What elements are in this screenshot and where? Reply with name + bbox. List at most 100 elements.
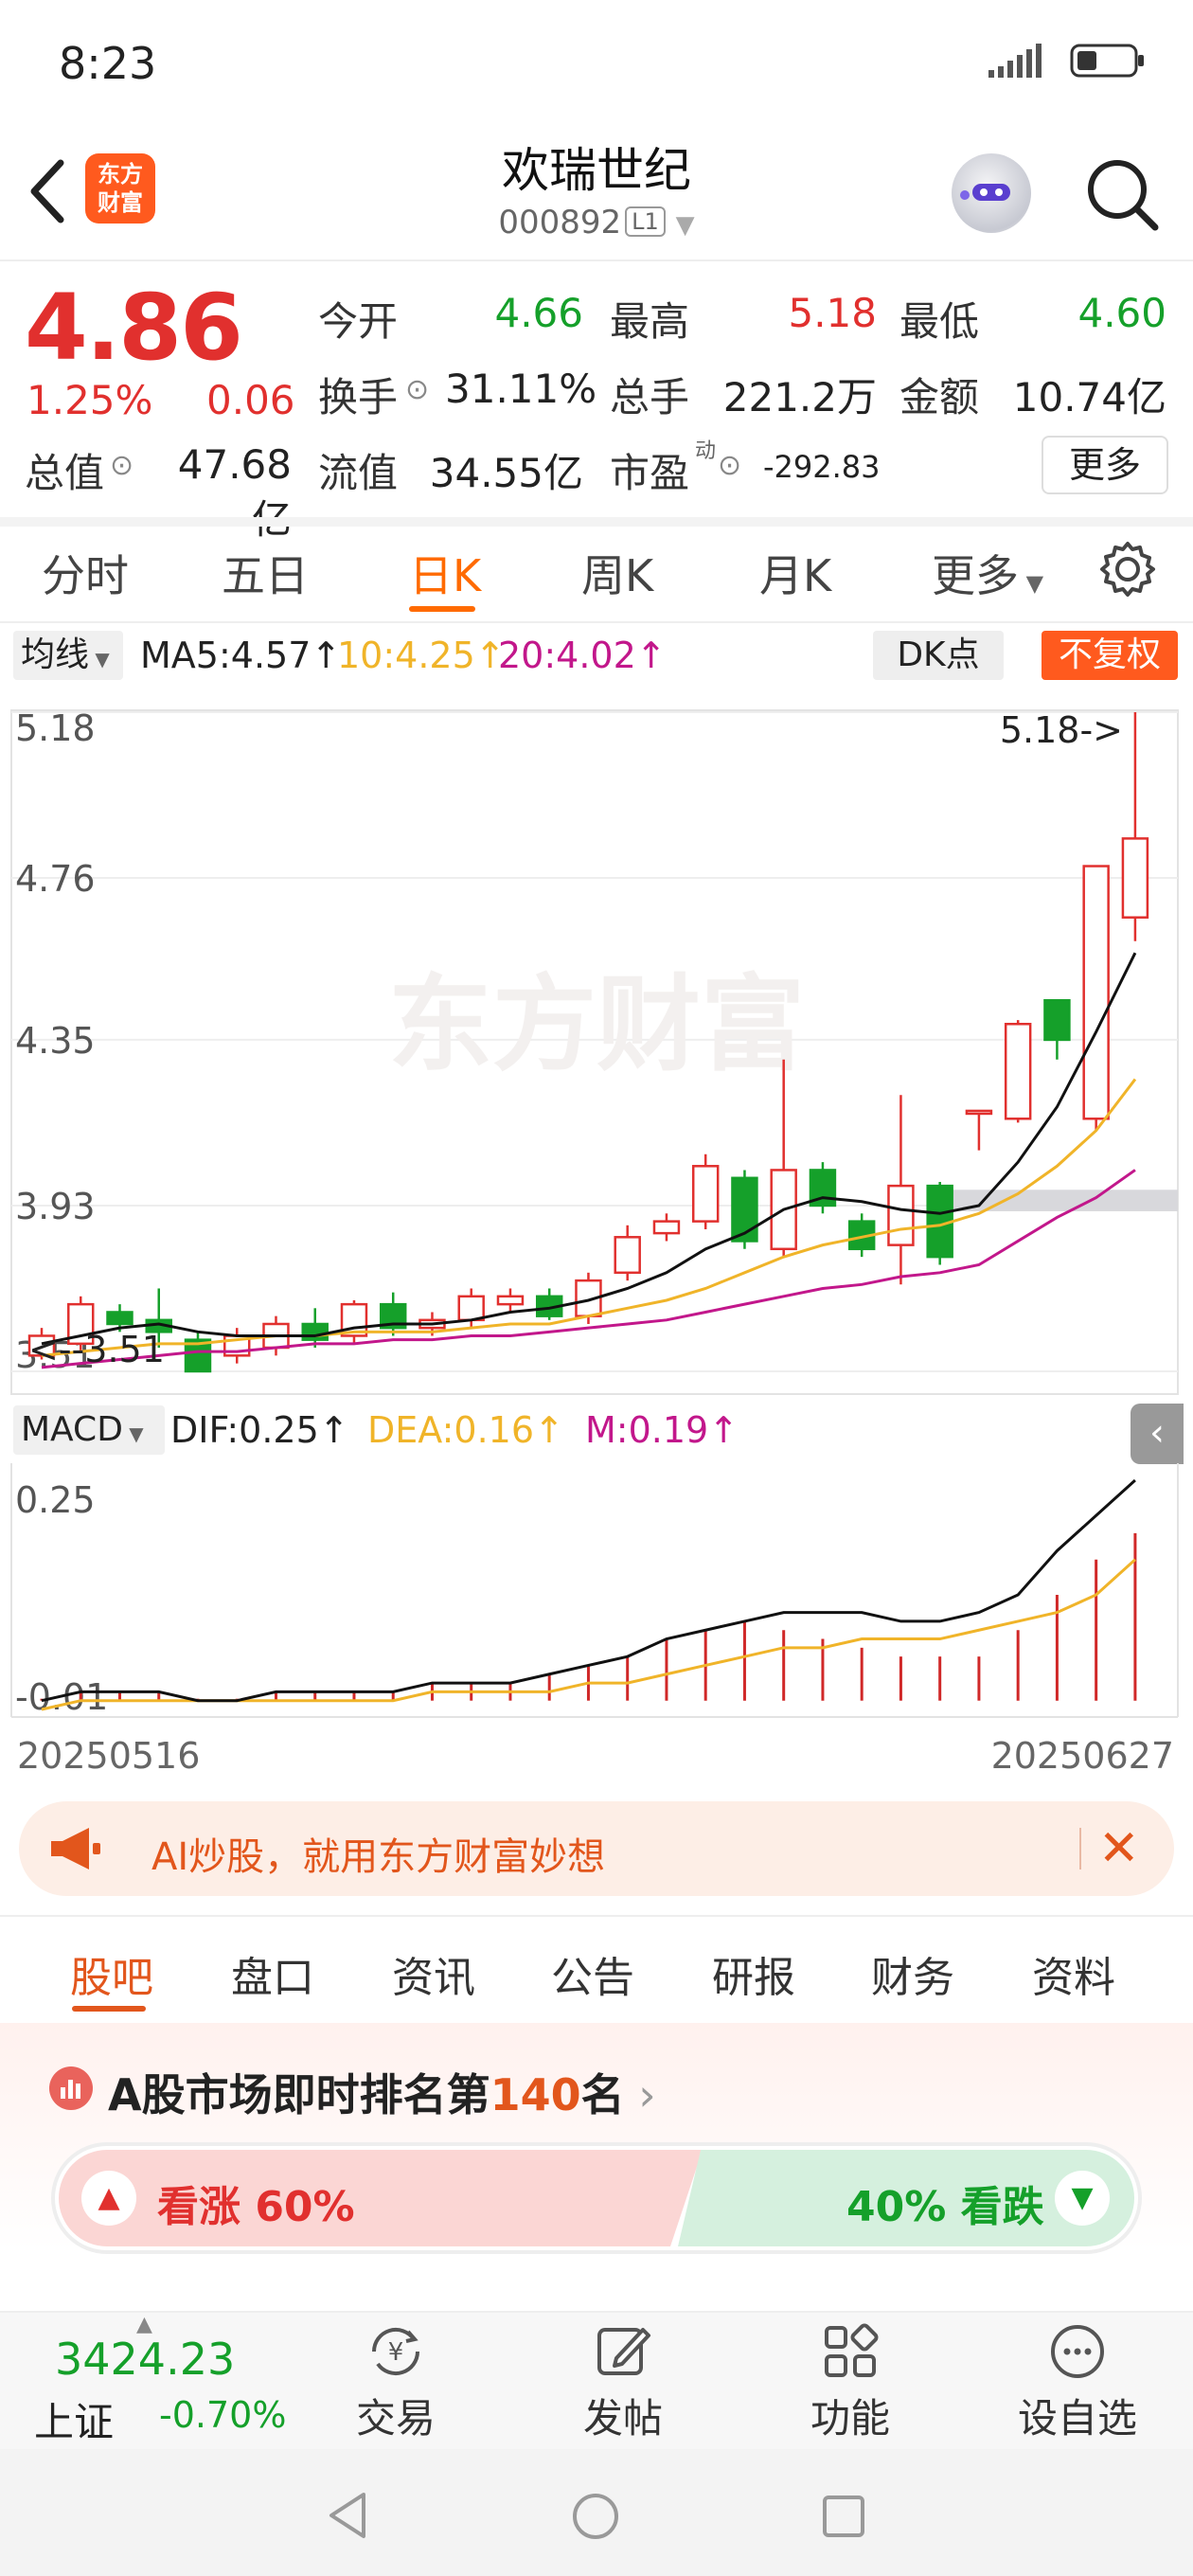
banner-text[interactable]: AI炒股，就用东方财富妙想 [151,1826,605,1881]
candle-body [496,1295,525,1306]
tab-intraday[interactable]: 分时 [42,542,129,604]
tab-research[interactable]: 研报 [712,1943,795,2004]
change-amount: 0.06 [206,377,295,423]
candlestick-chart[interactable]: 5.184.764.353.933.51东方财富5.18-><--3.51 [0,682,1193,1402]
post-button[interactable]: 发帖 [557,2320,689,2444]
nav-home-icon[interactable] [570,2491,621,2542]
status-icons [988,42,1146,80]
divider [0,621,1193,623]
y-tick-label: 4.76 [15,858,96,900]
low-label: 最低 [899,298,980,345]
add-watchlist-button[interactable]: 设自选 [1011,2320,1144,2444]
index-change[interactable]: -0.70% [159,2394,286,2436]
collapse-panel-button[interactable]: ‹ [1131,1404,1184,1464]
indicator-select[interactable]: 均线 ▼ [13,631,123,680]
yen-exchange-icon: ¥ [371,2327,420,2376]
candle-body [887,1184,915,1246]
tab-forum[interactable]: 股吧 [70,1943,153,2004]
amount-value: 10.74亿 [1012,374,1166,420]
stock-code[interactable]: 000892 L1 ▼ [312,204,881,242]
macd-tick-label: 0.25 [15,1479,96,1521]
candle-body [1004,1022,1032,1120]
y-tick-label: 4.35 [15,1020,96,1062]
pe-label: 市盈 [610,450,690,496]
status-time: 8:23 [59,38,157,89]
tab-more[interactable]: 更多 ▼ [932,542,1043,604]
index-value[interactable]: 3424.23 [55,2334,235,2385]
candle-body [301,1322,329,1341]
edit-icon [597,2328,650,2375]
functions-button[interactable]: 功能 [784,2320,917,2444]
active-tab-indicator [409,606,475,612]
volume-label: 总手 [610,374,690,420]
market-rank[interactable]: A股市场即时排名第140名 › [108,2061,656,2123]
current-price: 4.86 [25,275,243,381]
candle-body [614,1236,641,1275]
level-badge: L1 [625,206,666,237]
tab-finance[interactable]: 财务 [871,1943,954,2004]
arrow-up-icon[interactable]: ▲ [81,2171,136,2226]
nav-recents-icon[interactable] [820,2493,867,2540]
mcap-value: 47.68亿 [177,441,292,543]
dea-value: DEA:0.16↑ [367,1409,564,1451]
tab-monthly-k[interactable]: 月K [759,542,831,604]
low-annotation: <--3.51 [28,1329,165,1370]
pe-sup: 动 [695,439,717,463]
divider [0,259,1193,261]
ma20-value: 20:4.02↑ [498,635,667,676]
info-icon[interactable]: ⊙ [405,373,429,406]
adjust-button[interactable]: 不复权 [1042,631,1178,680]
tab-five-day[interactable]: 五日 [222,542,309,604]
info-icon[interactable]: ⊙ [718,449,741,482]
settings-gear-icon[interactable] [1098,540,1157,599]
active-tab-indicator [72,2006,146,2012]
tab-announcements[interactable]: 公告 [551,1943,634,2004]
high-label: 最高 [610,298,690,345]
tab-daily-k[interactable]: 日K [409,542,481,604]
nav-back-icon[interactable] [324,2489,371,2542]
close-icon[interactable]: ✕ [1098,1820,1140,1877]
macd-select[interactable]: MACD ▼ [13,1405,165,1455]
tab-orderbook[interactable]: 盘口 [231,1943,314,2004]
turnover-label: 换手 [318,374,399,420]
trade-button[interactable]: ¥ 交易 [329,2320,462,2444]
candle-body [691,1165,720,1223]
signal-icon [988,44,1042,78]
date-end: 20250627 [990,1735,1174,1777]
pe-value: -292.83 [763,449,881,485]
y-tick-label: 5.18 [15,707,96,749]
ma5-value: MA5:4.57↑ [140,635,342,676]
turnover-value: 31.11% [445,366,597,412]
grid-icon [825,2323,879,2377]
volume-value: 221.2万 [722,374,877,420]
m-value: M:0.19↑ [585,1409,739,1451]
candle-body [1043,998,1071,1042]
watermark: 东方财富 [388,964,805,1085]
megaphone-icon [51,1828,100,1869]
tab-news[interactable]: 资讯 [392,1943,475,2004]
more-dots-icon [1051,2325,1104,2378]
tab-profile[interactable]: 资料 [1032,1943,1115,2004]
vote-up-bar[interactable] [59,2150,703,2246]
index-name[interactable]: 上证 [34,2390,114,2448]
vote-up-label[interactable]: 看涨 60% [157,2173,355,2233]
more-button[interactable]: 更多 [1042,436,1168,494]
tab-weekly-k[interactable]: 周K [581,542,653,604]
info-icon[interactable]: ⊙ [110,449,134,482]
dk-point-button[interactable]: DK点 [873,631,1004,680]
search-icon[interactable] [1079,152,1165,237]
float-value: 34.55亿 [429,450,583,496]
rank-chart-icon [49,2066,93,2110]
arrow-down-icon[interactable]: ▼ [1055,2171,1110,2226]
ma10-value: 10:4.25↑ [337,635,506,676]
dif-value: DIF:0.25↑ [170,1409,349,1451]
date-start: 20250516 [17,1735,201,1777]
back-icon[interactable] [21,153,78,229]
candle-body [965,1109,993,1116]
stock-name: 欢瑞世纪 [502,143,691,198]
assistant-avatar-icon[interactable] [952,153,1031,233]
candle-body [106,1311,134,1326]
mcap-label: 总值 [25,450,105,496]
y-tick-label: 3.93 [15,1186,96,1227]
vote-down-label[interactable]: 40% 看跌 [846,2173,1044,2233]
